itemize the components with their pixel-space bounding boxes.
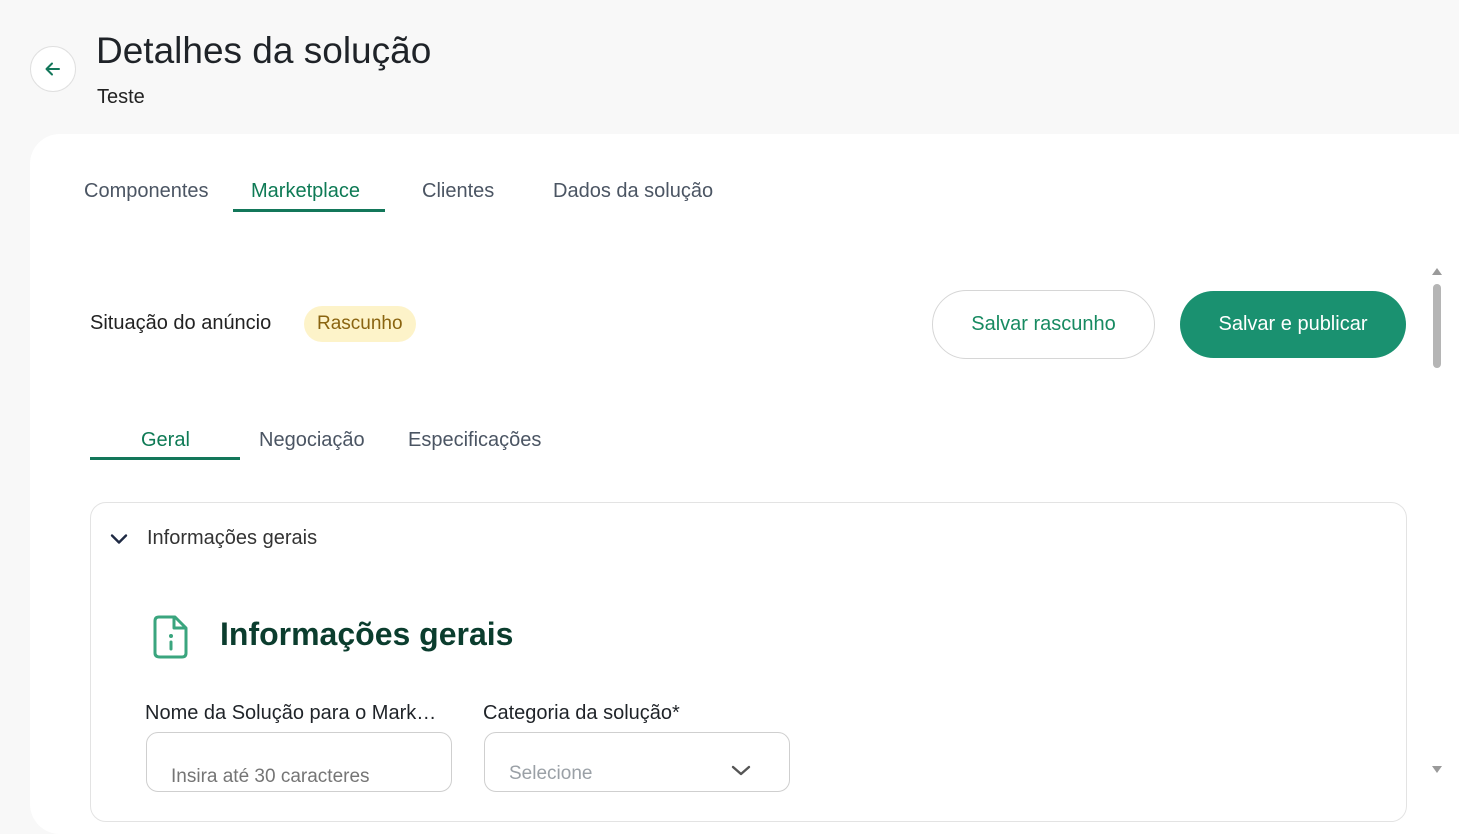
tab-active-indicator bbox=[233, 209, 385, 212]
page-title: Detalhes da solução bbox=[96, 30, 432, 71]
save-publish-button[interactable]: Salvar e publicar bbox=[1180, 291, 1406, 358]
accordion-header[interactable]: Informações gerais bbox=[109, 527, 317, 550]
tab-marketplace[interactable]: Marketplace bbox=[251, 180, 360, 203]
file-info-icon bbox=[153, 615, 188, 659]
subtab-active-indicator bbox=[90, 457, 240, 460]
solution-category-select[interactable]: Selecione bbox=[484, 732, 790, 792]
tab-componentes[interactable]: Componentes bbox=[84, 180, 209, 203]
solution-category-label: Categoria da solução* bbox=[483, 702, 680, 724]
page-subtitle: Teste bbox=[97, 86, 145, 108]
status-badge: Rascunho bbox=[304, 306, 416, 342]
back-button[interactable] bbox=[30, 46, 76, 92]
scroll-up-arrow[interactable] bbox=[1432, 268, 1442, 275]
chevron-down-icon bbox=[110, 533, 128, 544]
subtab-geral[interactable]: Geral bbox=[141, 429, 190, 452]
solution-name-label: Nome da Solução para o Marketplace* bbox=[145, 702, 445, 724]
tab-dados-da-solucao[interactable]: Dados da solução bbox=[553, 180, 713, 203]
subtab-especificacoes[interactable]: Especificações bbox=[408, 429, 541, 452]
scrollbar-thumb[interactable] bbox=[1433, 284, 1441, 368]
status-label: Situação do anúncio bbox=[90, 312, 272, 334]
accordion-title: Informações gerais bbox=[147, 527, 318, 549]
scroll-down-arrow[interactable] bbox=[1432, 766, 1442, 773]
chevron-down-icon bbox=[731, 765, 751, 776]
solution-name-input[interactable] bbox=[146, 732, 452, 792]
save-draft-button[interactable]: Salvar rascunho bbox=[932, 290, 1155, 359]
section-title: Informações gerais bbox=[220, 616, 514, 652]
subtab-negociacao[interactable]: Negociação bbox=[259, 429, 365, 452]
arrow-left-icon bbox=[45, 62, 60, 76]
tab-clientes[interactable]: Clientes bbox=[422, 180, 494, 203]
scrollbar[interactable] bbox=[1430, 268, 1444, 774]
